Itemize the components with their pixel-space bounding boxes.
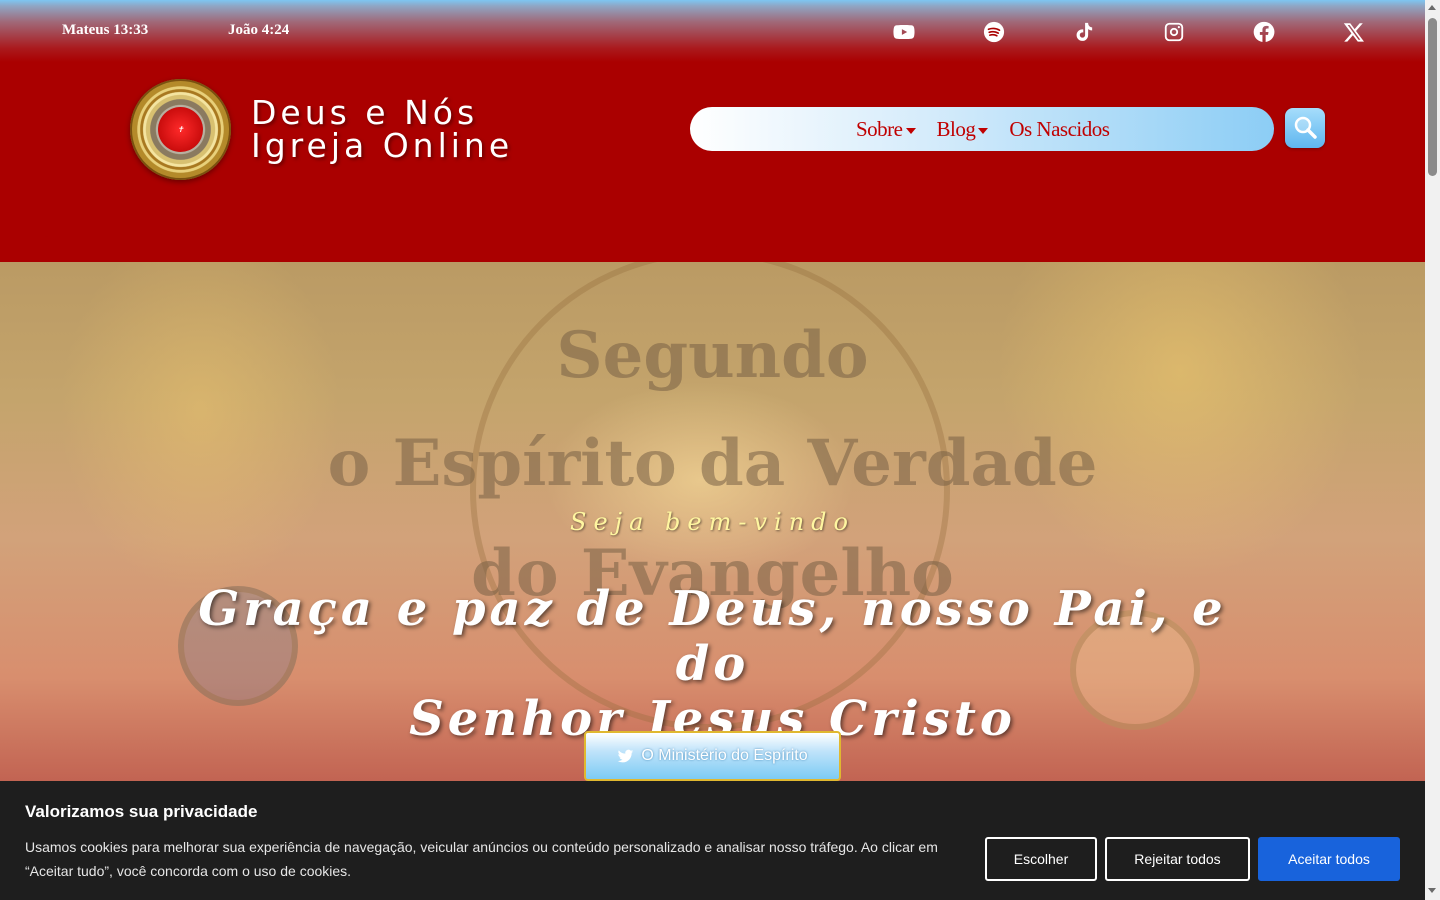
main-nav: Sobre Blog Os Nascidos: [690, 107, 1274, 151]
headline-line-1: Graça e paz de Deus, nosso Pai, e do: [198, 581, 1227, 692]
nav-label: Sobre: [856, 116, 903, 141]
brand-line-2: Igreja Online: [251, 126, 514, 165]
hero-watermark-line: o Espírito da Verdade: [327, 426, 1098, 501]
logo-emblem-icon: ✝: [158, 107, 203, 152]
youtube-icon[interactable]: [892, 20, 916, 44]
nav-item-sobre[interactable]: Sobre: [856, 117, 916, 142]
site-brand[interactable]: Deus e Nós Igreja Online: [251, 96, 513, 162]
welcome-text: Seja bem-vindo: [570, 508, 855, 536]
search-button[interactable]: [1285, 108, 1325, 148]
choose-cookies-button[interactable]: Escolher: [985, 837, 1097, 881]
x-icon[interactable]: [1342, 20, 1366, 44]
caret-down-icon: [905, 127, 916, 134]
verse-link-joao[interactable]: João 4:24: [228, 22, 289, 39]
tiktok-icon[interactable]: [1072, 20, 1096, 44]
cookie-text: Usamos cookies para melhorar sua experiê…: [25, 839, 938, 879]
spotify-icon[interactable]: [982, 20, 1006, 44]
hero-headline: Graça e paz de Deus, nosso Pai, e do Sen…: [180, 582, 1245, 747]
cta-label: O Ministério do Espírito: [641, 747, 808, 764]
ministerio-button[interactable]: O Ministério do Espírito: [584, 731, 841, 781]
top-strip: Mateus 13:33 João 4:24: [0, 0, 1425, 62]
cookie-title: Valorizamos sua privacidade: [25, 802, 258, 821]
scroll-up-arrow-icon[interactable]: [1428, 5, 1436, 10]
page-scrollbar[interactable]: [1425, 0, 1440, 900]
church-logo[interactable]: ✝: [130, 79, 231, 180]
reject-all-button[interactable]: Rejeitar todos: [1105, 837, 1250, 881]
magnifier-icon: [1294, 116, 1317, 139]
nav-label: Os Nascidos: [1009, 116, 1110, 141]
brand-line-1: Deus e Nós: [251, 93, 479, 132]
facebook-icon[interactable]: [1252, 20, 1276, 44]
caret-down-icon: [978, 127, 989, 134]
scroll-down-arrow-icon[interactable]: [1428, 888, 1436, 893]
dove-icon: [618, 749, 634, 762]
accept-all-button[interactable]: Aceitar todos: [1258, 837, 1400, 881]
nav-item-blog[interactable]: Blog: [937, 117, 989, 142]
hero-watermark-line: Segundo: [556, 318, 869, 393]
cookie-consent-banner: Valorizamos sua privacidade Usamos cooki…: [0, 781, 1425, 900]
instagram-icon[interactable]: [1162, 20, 1186, 44]
verse-link-mateus[interactable]: Mateus 13:33: [62, 22, 148, 39]
nav-label: Blog: [936, 116, 976, 141]
header-wave: [0, 190, 1425, 254]
scroll-thumb[interactable]: [1428, 18, 1437, 176]
nav-item-os-nascidos[interactable]: Os Nascidos: [1009, 116, 1110, 142]
